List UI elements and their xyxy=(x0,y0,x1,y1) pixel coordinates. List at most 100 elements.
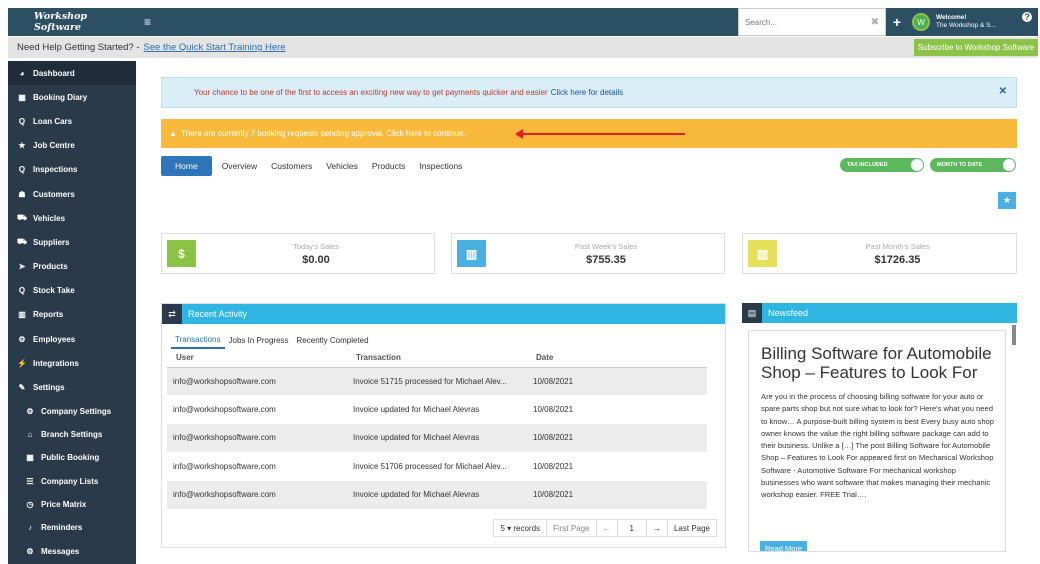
sidebar-item-label: Reminders xyxy=(41,523,83,533)
column-header: Transaction xyxy=(347,349,527,368)
sidebar-item-label: Job Centre xyxy=(33,141,75,151)
table-row[interactable]: info@workshopsoftware.com Invoice updated… xyxy=(167,480,707,509)
tab-vehicles[interactable]: Vehicles xyxy=(319,156,365,176)
sidebar-item-label: Products xyxy=(33,262,68,272)
sidebar-item-settings[interactable]: ✎ Settings xyxy=(8,375,136,399)
table-row[interactable]: info@workshopsoftware.com Invoice 51706 p… xyxy=(167,452,707,480)
date-cell: 10/08/2021 xyxy=(533,461,574,471)
pagination: 5 ▾ records First Page ← 1 → Last Page xyxy=(493,519,717,537)
sidebar-item-label: Dashboard xyxy=(33,68,75,78)
current-page[interactable]: 1 xyxy=(616,520,646,536)
sidebar-item-label: Company Settings xyxy=(41,406,112,416)
prev-page-button[interactable]: ← xyxy=(595,520,617,536)
article-title[interactable]: Billing Software for Automobile Shop – F… xyxy=(761,344,995,382)
clear-search-icon[interactable]: ✖ xyxy=(871,17,879,28)
sidebar-subitem-messages[interactable]: ⚙ Messages xyxy=(8,539,136,562)
sidebar-subitem-company-settings[interactable]: ⚙ Company Settings xyxy=(8,400,136,423)
sidebar-item-label: Messages xyxy=(41,546,80,556)
transactions-table: User Transaction Date info@workshopsoftw… xyxy=(167,349,707,509)
help-strip: Need Help Getting Started? - See the Qui… xyxy=(8,37,1038,58)
sidebar-item-customers[interactable]: ☗ Customers xyxy=(8,182,136,206)
newsfeed-scrollbar[interactable] xyxy=(1012,325,1016,345)
stat-week-sales: ▥ Past Week's Sales $755.35 xyxy=(451,233,725,274)
sidebar: ◕ Dashboard ▦ Booking Diary Q Loan Cars ★ Job C… xyxy=(8,61,136,564)
quick-start-link[interactable]: See the Quick Start Training Here xyxy=(144,42,286,53)
sidebar-item-label: Suppliers xyxy=(33,237,70,247)
sidebar-item-loan-cars[interactable]: Q Loan Cars xyxy=(8,109,136,133)
stat-value: $0.00 xyxy=(302,254,330,266)
payments-details-link[interactable]: Click here for details xyxy=(551,88,623,97)
sidebar-item-suppliers[interactable]: ⛟ Suppliers xyxy=(8,230,136,254)
tax-included-toggle[interactable]: TAX INCLUDED xyxy=(840,158,924,172)
users-icon: ☗ xyxy=(18,189,26,199)
brand-logo[interactable]: Workshop Software xyxy=(8,11,136,33)
table-row[interactable]: info@workshopsoftware.com Invoice updated… xyxy=(167,423,707,453)
search-icon: Q xyxy=(18,286,26,296)
sidebar-item-inspections[interactable]: Q Inspections xyxy=(8,158,136,182)
sidebar-item-vehicles[interactable]: ⛟ Vehicles xyxy=(8,206,136,230)
stat-label: Past Month's Sales xyxy=(865,242,930,251)
sidebar-subitem-price-matrix[interactable]: ◷ Price Matrix xyxy=(8,493,136,516)
gear-icon: ⚙ xyxy=(26,546,34,556)
sidebar-item-integrations[interactable]: ⚡ Integrations xyxy=(8,351,136,375)
tab-home[interactable]: Home xyxy=(161,156,212,176)
search-box: ✖ xyxy=(738,8,886,36)
sidebar-item-label: Branch Settings xyxy=(41,430,103,440)
recent-activity-header: ⇄ Recent Activity xyxy=(162,304,725,324)
page-size-select[interactable]: 5 ▾ records xyxy=(494,520,546,536)
stat-value: $1726.35 xyxy=(874,254,921,266)
welcome-company: The Workshop & S... xyxy=(936,22,996,29)
tab-overview[interactable]: Overview xyxy=(215,156,264,176)
sidebar-item-employees[interactable]: ⚙ Employees xyxy=(8,327,136,351)
table-row[interactable]: info@workshopsoftware.com Invoice updated… xyxy=(167,395,707,423)
tab-customers[interactable]: Customers xyxy=(264,156,319,176)
sidebar-item-stock-take[interactable]: Q Stock Take xyxy=(8,279,136,303)
welcome-greeting: Welcome! xyxy=(936,14,967,21)
user-menu[interactable]: W Welcome! The Workshop & S... xyxy=(908,13,1020,31)
help-icon[interactable]: ? xyxy=(1022,12,1032,22)
plug-icon: ⚡ xyxy=(17,358,27,368)
transaction-cell: Invoice 51706 processed for Michael Alev… xyxy=(353,461,507,471)
sidebar-item-job-centre[interactable]: ★ Job Centre xyxy=(8,134,136,158)
favourite-star-icon[interactable]: ★ xyxy=(998,192,1016,209)
tab-products[interactable]: Products xyxy=(365,156,413,176)
sidebar-subitem-company-lists[interactable]: ☰ Company Lists xyxy=(8,470,136,493)
sidebar-item-dashboard[interactable]: ◕ Dashboard xyxy=(8,61,136,86)
column-header: Date xyxy=(527,349,707,368)
subscribe-button[interactable]: Subscribe to Workshop Software xyxy=(914,39,1038,56)
last-page-button[interactable]: Last Page xyxy=(666,520,716,536)
hamburger-menu-icon[interactable]: ≡ xyxy=(144,15,158,29)
sidebar-item-reports[interactable]: ▥ Reports xyxy=(8,303,136,327)
bar-chart-icon: ▥ xyxy=(18,310,26,320)
stat-month-sales: ▥ Past Month's Sales $1726.35 xyxy=(742,233,1017,274)
user-cell: info@workshopsoftware.com xyxy=(167,480,347,509)
sidebar-subitem-reminders[interactable]: ♪ Reminders xyxy=(8,516,136,539)
calendar-icon: ▦ xyxy=(18,92,26,102)
top-bar: Workshop Software ≡ ✖ + W Welcome! The W… xyxy=(8,8,1038,36)
recent-activity-panel: ⇄ Recent Activity Transactions Jobs In P… xyxy=(161,303,726,548)
sidebar-item-products[interactable]: ➤ Products xyxy=(8,255,136,279)
stat-today-sales: $ Today's Sales $0.00 xyxy=(161,233,435,274)
add-new-icon[interactable]: + xyxy=(886,14,908,30)
subtab-jobs-in-progress[interactable]: Jobs In Progress xyxy=(225,331,293,349)
subtab-transactions[interactable]: Transactions xyxy=(171,331,225,349)
user-cell: info@workshopsoftware.com xyxy=(167,423,347,453)
sidebar-subitem-branch-settings[interactable]: ⌂ Branch Settings xyxy=(8,423,136,446)
table-row[interactable]: info@workshopsoftware.com Invoice 51715 p… xyxy=(167,367,707,396)
subtab-recently-completed[interactable]: Recently Completed xyxy=(293,331,373,349)
sidebar-item-booking-diary[interactable]: ▦ Booking Diary xyxy=(8,85,136,109)
month-to-date-toggle[interactable]: MONTH TO DATE xyxy=(930,158,1016,172)
first-page-button[interactable]: First Page xyxy=(546,520,595,536)
red-arrow-annotation xyxy=(515,129,685,139)
search-input[interactable] xyxy=(745,17,855,27)
sidebar-item-label: Stock Take xyxy=(33,286,75,296)
close-icon[interactable]: ✕ xyxy=(999,86,1007,97)
next-page-button[interactable]: → xyxy=(645,520,667,536)
sidebar-item-label: Customers xyxy=(33,189,75,199)
read-more-button[interactable]: Read More xyxy=(760,541,808,551)
article-text: Are you in the process of choosing billi… xyxy=(761,392,994,500)
sidebar-subitem-public-booking[interactable]: ▦ Public Booking xyxy=(8,446,136,469)
sidebar-item-label: Inspections xyxy=(33,165,78,175)
tab-inspections[interactable]: Inspections xyxy=(412,156,469,176)
booking-requests-alert[interactable]: ▲ There are currently 7 booking requests… xyxy=(161,119,1017,148)
